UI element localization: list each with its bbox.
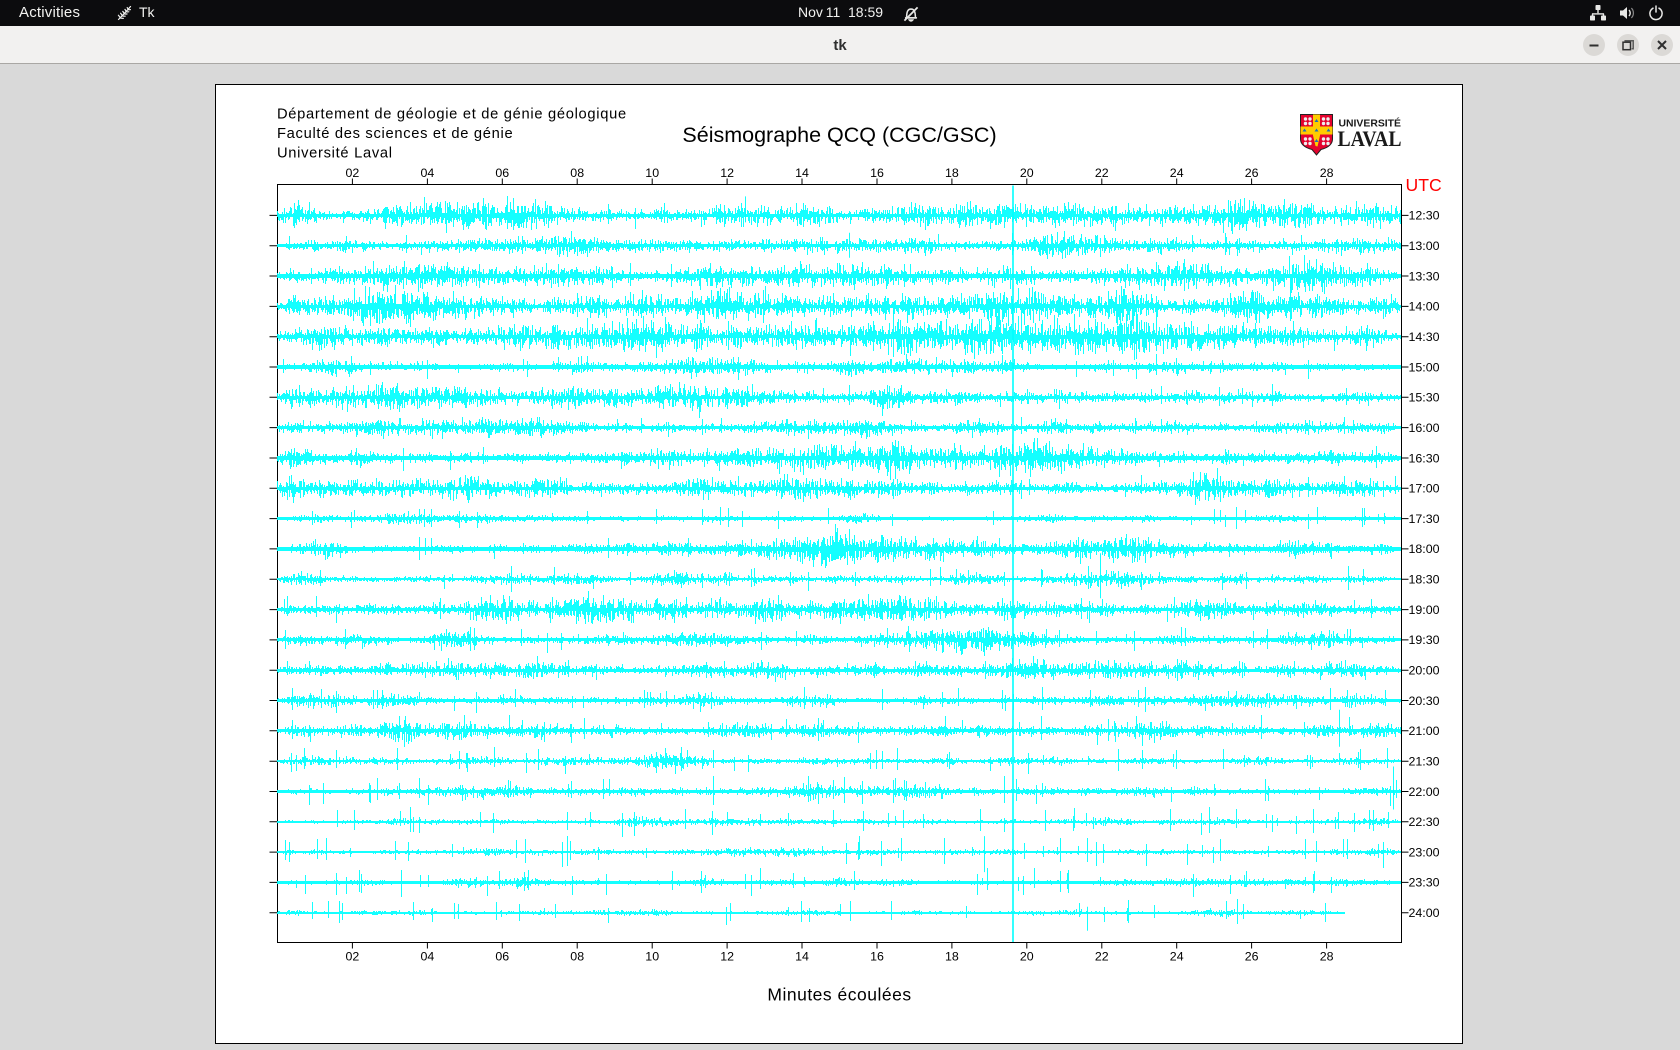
svg-text:12: 12: [720, 166, 734, 180]
svg-text:22: 22: [1095, 166, 1109, 180]
svg-text:18:30: 18:30: [1409, 573, 1440, 587]
svg-text:06: 06: [495, 166, 509, 180]
svg-text:14:00: 14:00: [1409, 300, 1440, 314]
svg-text:16: 16: [870, 166, 884, 180]
svg-text:16: 16: [870, 950, 884, 964]
svg-text:21:30: 21:30: [1409, 755, 1440, 769]
svg-text:02: 02: [346, 950, 360, 964]
svg-text:23:30: 23:30: [1409, 876, 1440, 890]
svg-text:16:00: 16:00: [1409, 421, 1440, 435]
svg-text:17:00: 17:00: [1409, 482, 1440, 496]
svg-text:UTC: UTC: [1406, 175, 1442, 195]
svg-text:04: 04: [421, 950, 435, 964]
svg-text:12:30: 12:30: [1409, 209, 1440, 223]
svg-text:21:00: 21:00: [1409, 724, 1440, 738]
svg-text:24: 24: [1170, 166, 1184, 180]
svg-text:26: 26: [1245, 950, 1259, 964]
svg-text:06: 06: [495, 950, 509, 964]
svg-text:23:00: 23:00: [1409, 845, 1440, 859]
svg-text:20:30: 20:30: [1409, 694, 1440, 708]
svg-text:02: 02: [346, 166, 360, 180]
svg-text:14: 14: [795, 950, 809, 964]
svg-text:Faculté des sciences et de gén: Faculté des sciences et de génie: [277, 126, 513, 142]
svg-text:18: 18: [945, 166, 959, 180]
svg-text:Minutes écoulées: Minutes écoulées: [767, 984, 911, 1004]
svg-text:13:30: 13:30: [1409, 269, 1440, 283]
svg-text:24:00: 24:00: [1409, 906, 1440, 920]
svg-text:20:00: 20:00: [1409, 664, 1440, 678]
svg-text:14:30: 14:30: [1409, 330, 1440, 344]
svg-text:LAVAL: LAVAL: [1338, 126, 1402, 151]
svg-text:16:30: 16:30: [1409, 451, 1440, 465]
svg-text:10: 10: [645, 950, 659, 964]
svg-text:Séismographe QCQ (CGC/GSC): Séismographe QCQ (CGC/GSC): [682, 123, 996, 147]
svg-text:24: 24: [1170, 950, 1184, 964]
svg-text:Université Laval: Université Laval: [277, 145, 393, 161]
svg-text:Département de géologie et de: Département de géologie et de génie géol…: [277, 107, 627, 123]
svg-text:13:00: 13:00: [1409, 239, 1440, 253]
svg-text:18: 18: [945, 950, 959, 964]
svg-text:10: 10: [645, 166, 659, 180]
svg-text:15:30: 15:30: [1409, 391, 1440, 405]
svg-text:08: 08: [570, 950, 584, 964]
svg-text:19:30: 19:30: [1409, 633, 1440, 647]
svg-text:20: 20: [1020, 950, 1034, 964]
svg-text:22: 22: [1095, 950, 1109, 964]
svg-text:26: 26: [1245, 166, 1259, 180]
svg-text:19:00: 19:00: [1409, 603, 1440, 617]
svg-text:15:00: 15:00: [1409, 360, 1440, 374]
svg-text:12: 12: [720, 950, 734, 964]
svg-text:08: 08: [570, 166, 584, 180]
svg-text:18:00: 18:00: [1409, 542, 1440, 556]
svg-text:22:00: 22:00: [1409, 785, 1440, 799]
svg-text:20: 20: [1020, 166, 1034, 180]
svg-text:14: 14: [795, 166, 809, 180]
svg-text:28: 28: [1320, 166, 1334, 180]
svg-text:17:30: 17:30: [1409, 512, 1440, 526]
svg-text:22:30: 22:30: [1409, 815, 1440, 829]
svg-text:28: 28: [1320, 950, 1334, 964]
svg-text:04: 04: [421, 166, 435, 180]
